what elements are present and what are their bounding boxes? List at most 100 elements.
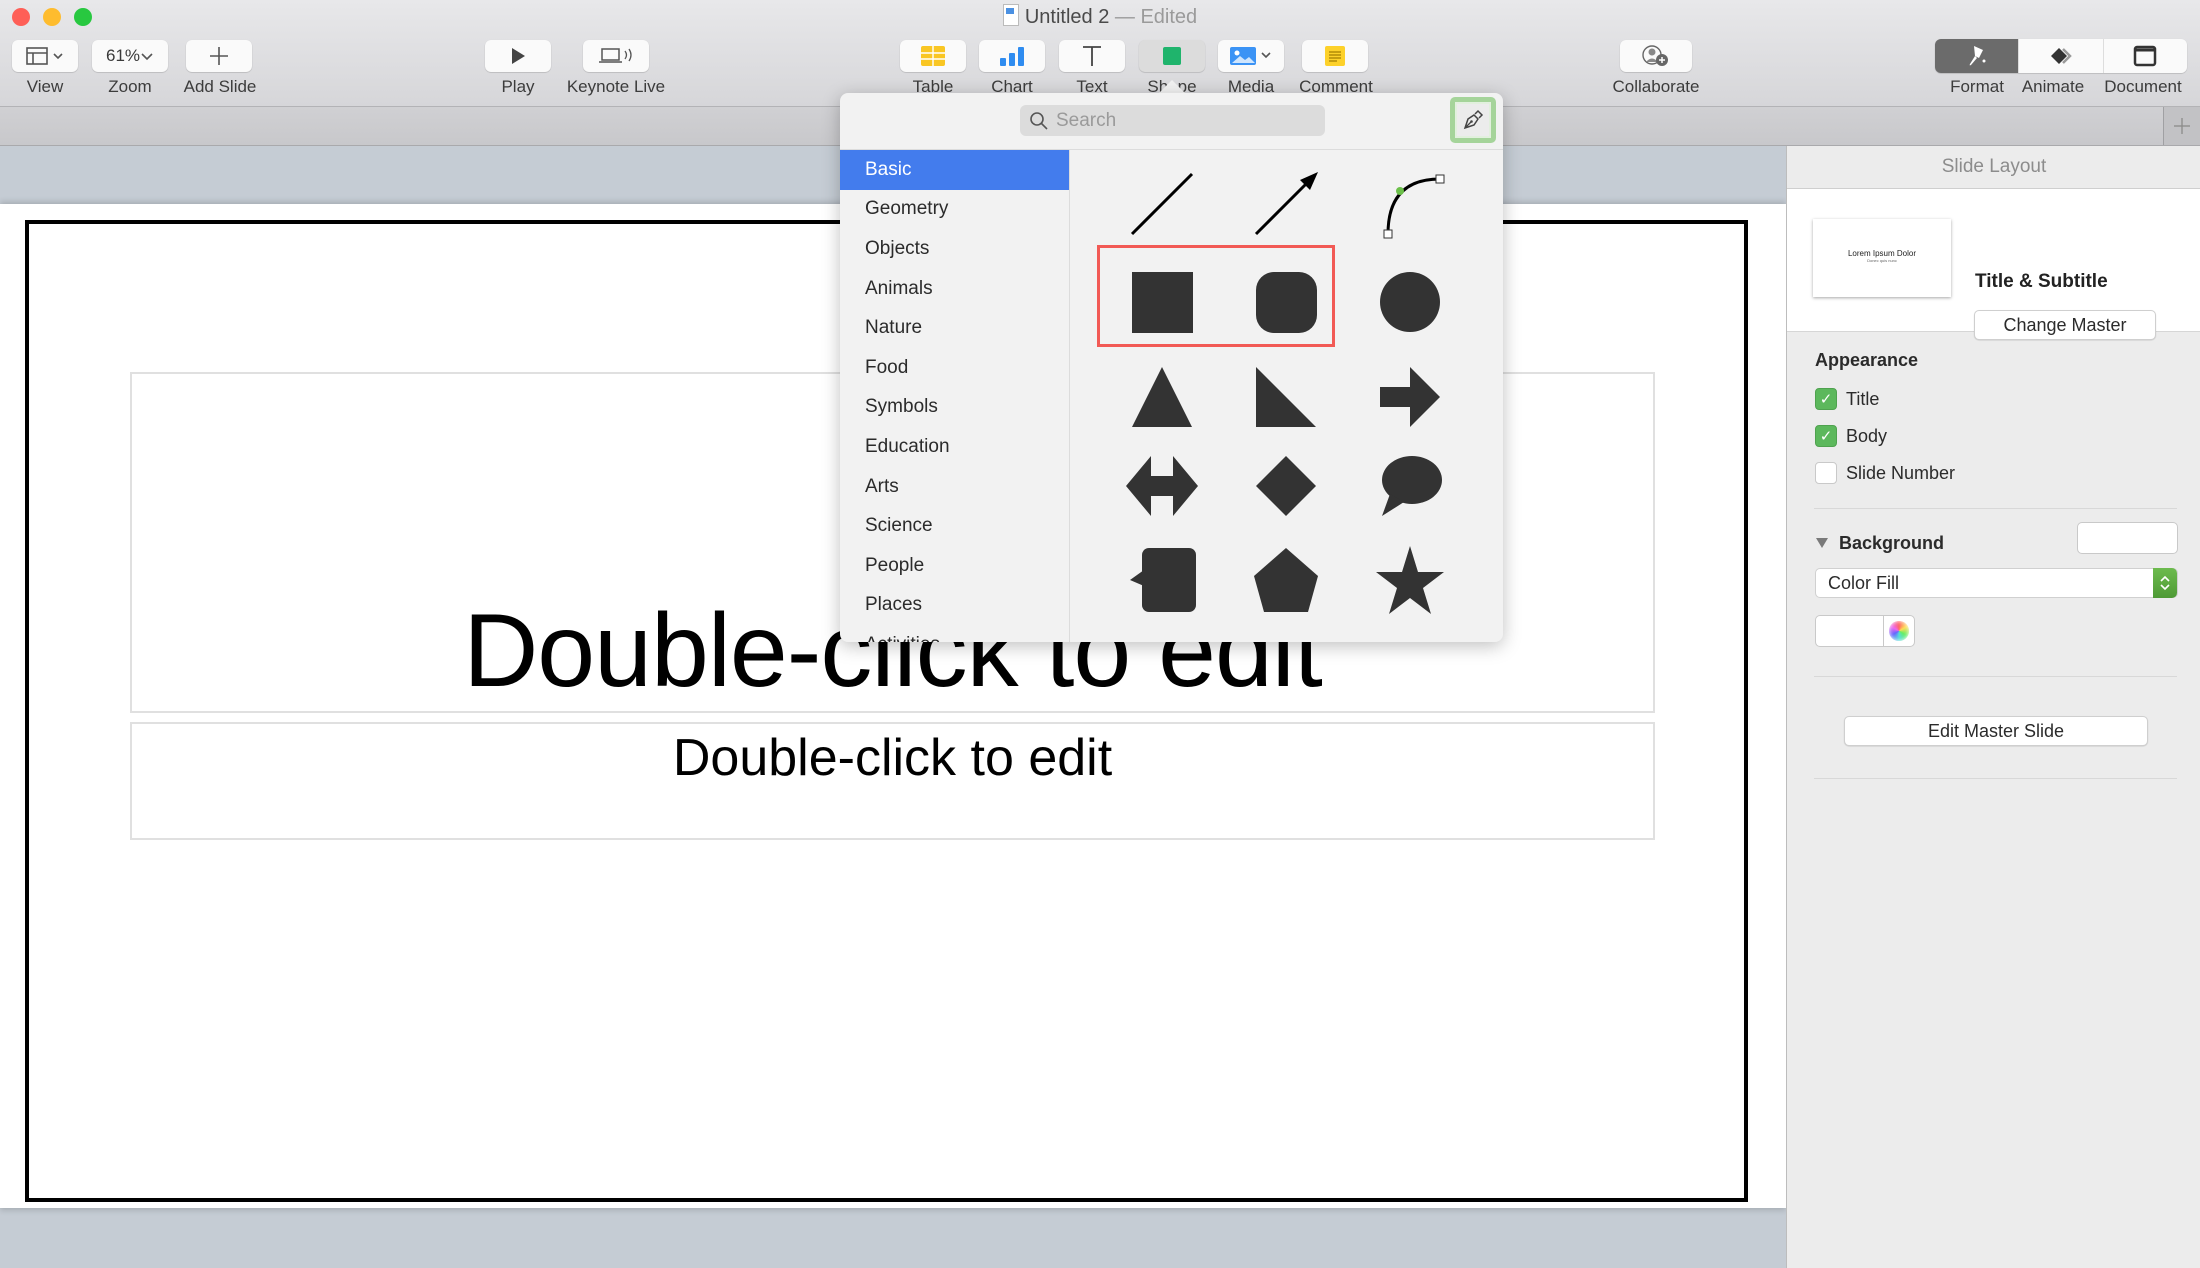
shape-button[interactable] [1139,40,1205,72]
shape-speech-bubble[interactable] [1355,446,1465,526]
text-button[interactable] [1059,40,1125,72]
master-thumbnail[interactable]: Lorem Ipsum Dolor Donec quis nunc [1813,219,1951,297]
comment-button[interactable] [1302,40,1368,72]
body-checkbox-label: Body [1846,425,1888,446]
shape-triangle[interactable] [1107,357,1217,437]
category-nature[interactable]: Nature [840,308,1069,348]
divider [1814,778,2177,779]
keynote-live-button[interactable] [583,40,649,72]
view-button[interactable] [12,40,78,72]
select-stepper[interactable] [2153,568,2177,598]
zoom-label: Zoom [108,77,152,96]
shape-arrow-right[interactable] [1355,357,1465,437]
shape-icon [1163,47,1181,65]
background-disclosure[interactable] [1815,536,1829,554]
animate-tab[interactable] [2018,39,2103,73]
table-icon [921,46,945,66]
shape-callout[interactable] [1107,540,1217,620]
text-icon [1083,46,1101,66]
triangle-shape-icon [1132,367,1192,427]
collaborate-button[interactable] [1620,40,1692,72]
chart-button[interactable] [979,40,1045,72]
double-arrow-shape-icon [1126,456,1198,516]
category-objects[interactable]: Objects [840,229,1069,269]
animate-label: Animate [2021,77,2085,96]
title-checkbox-label: Title [1846,388,1880,409]
shape-line[interactable] [1107,164,1217,244]
plus-icon [210,47,228,65]
play-label: Play [501,77,535,96]
body-checkbox-row[interactable]: ✓ Body [1815,425,1887,447]
format-tab[interactable] [1935,39,2019,73]
arrow-line-shape-icon [1254,172,1318,236]
shape-double-arrow[interactable] [1107,446,1217,526]
category-places[interactable]: Places [840,586,1069,626]
shape-arrow[interactable] [1231,164,1341,244]
category-people[interactable]: People [840,546,1069,586]
bar-chart-icon [1000,47,1024,66]
keynote-document-icon [1002,4,1019,26]
toolbar: Untitled 2 — Edited View 61% Zoom Add Sl… [0,0,2200,107]
category-animals[interactable]: Animals [840,269,1069,309]
add-slide-button[interactable] [186,40,252,72]
line-shape-icon [1130,172,1194,236]
new-tab-button[interactable] [2163,107,2200,145]
category-basic[interactable]: Basic [840,150,1069,190]
title-checkbox-row[interactable]: ✓ Title [1815,388,1879,410]
shape-circle[interactable] [1355,262,1465,342]
fill-color-swatch[interactable] [1816,616,1884,646]
category-education[interactable]: Education [840,427,1069,467]
shape-pentagon[interactable] [1231,540,1341,620]
shape-category-list: Basic Geometry Objects Animals Nature Fo… [840,150,1070,642]
draw-with-pen-button[interactable] [1450,97,1496,143]
table-button[interactable] [900,40,966,72]
slide-number-checkbox-label: Slide Number [1846,462,1956,483]
right-triangle-shape-icon [1256,367,1316,427]
shape-right-triangle[interactable] [1231,357,1341,437]
plus-icon [2174,118,2190,134]
body-checkbox[interactable]: ✓ [1815,425,1837,447]
updown-chevron-icon [2160,575,2170,591]
edit-master-slide-button[interactable]: Edit Master Slide [1844,716,2148,746]
comment-note-icon [1325,46,1345,66]
inspector-sidebar: Slide Layout Lorem Ipsum Dolor Donec qui… [1786,146,2200,1268]
callout-shape-icon [1130,548,1196,612]
layout-name: Title & Subtitle [1975,271,2108,292]
slide-number-checkbox[interactable] [1815,462,1837,484]
speech-bubble-shape-icon [1382,456,1442,516]
popover-arrow [1158,80,1186,94]
title-checkbox[interactable]: ✓ [1815,388,1837,410]
category-activities[interactable]: Activities [840,625,1069,642]
subtitle-placeholder-text: Double-click to edit [672,729,1113,787]
shape-diamond[interactable] [1231,446,1341,526]
paintbrush-icon [1969,46,1986,66]
shape-star[interactable] [1355,540,1465,620]
shape-search-field[interactable]: Search [1020,105,1325,136]
color-wheel-button[interactable] [1884,616,1914,646]
appearance-title: Appearance [1815,350,1919,370]
category-geometry[interactable]: Geometry [840,190,1069,230]
media-button[interactable] [1218,40,1284,72]
category-arts[interactable]: Arts [840,467,1069,507]
document-tab[interactable] [2102,39,2187,73]
window-title: Untitled 2 — Edited [0,4,2200,29]
background-color-well[interactable] [2077,522,2178,554]
thumbnail-title: Lorem Ipsum Dolor [1847,249,1917,258]
category-food[interactable]: Food [840,348,1069,388]
disclosure-triangle-icon [1816,538,1828,548]
category-symbols[interactable]: Symbols [840,388,1069,428]
background-title: Background [1839,533,1945,553]
shape-library-popover: Search Basic Geometry Objects Animals Na… [840,93,1503,642]
collaborate-label: Collaborate [1612,77,1700,96]
zoom-dropdown[interactable]: 61% [92,40,168,72]
subtitle-placeholder[interactable]: Double-click to edit [130,722,1655,840]
change-master-button[interactable]: Change Master [1974,310,2156,340]
inspector-segmented-control [1935,39,2187,73]
category-science[interactable]: Science [840,506,1069,546]
fill-type-select[interactable]: Color Fill [1815,568,2178,598]
slide-number-checkbox-row[interactable]: Slide Number [1815,462,1955,484]
curve-shape-icon [1383,174,1445,239]
play-button[interactable] [485,40,551,72]
circle-shape-icon [1380,272,1440,332]
shape-curve[interactable] [1355,164,1465,244]
